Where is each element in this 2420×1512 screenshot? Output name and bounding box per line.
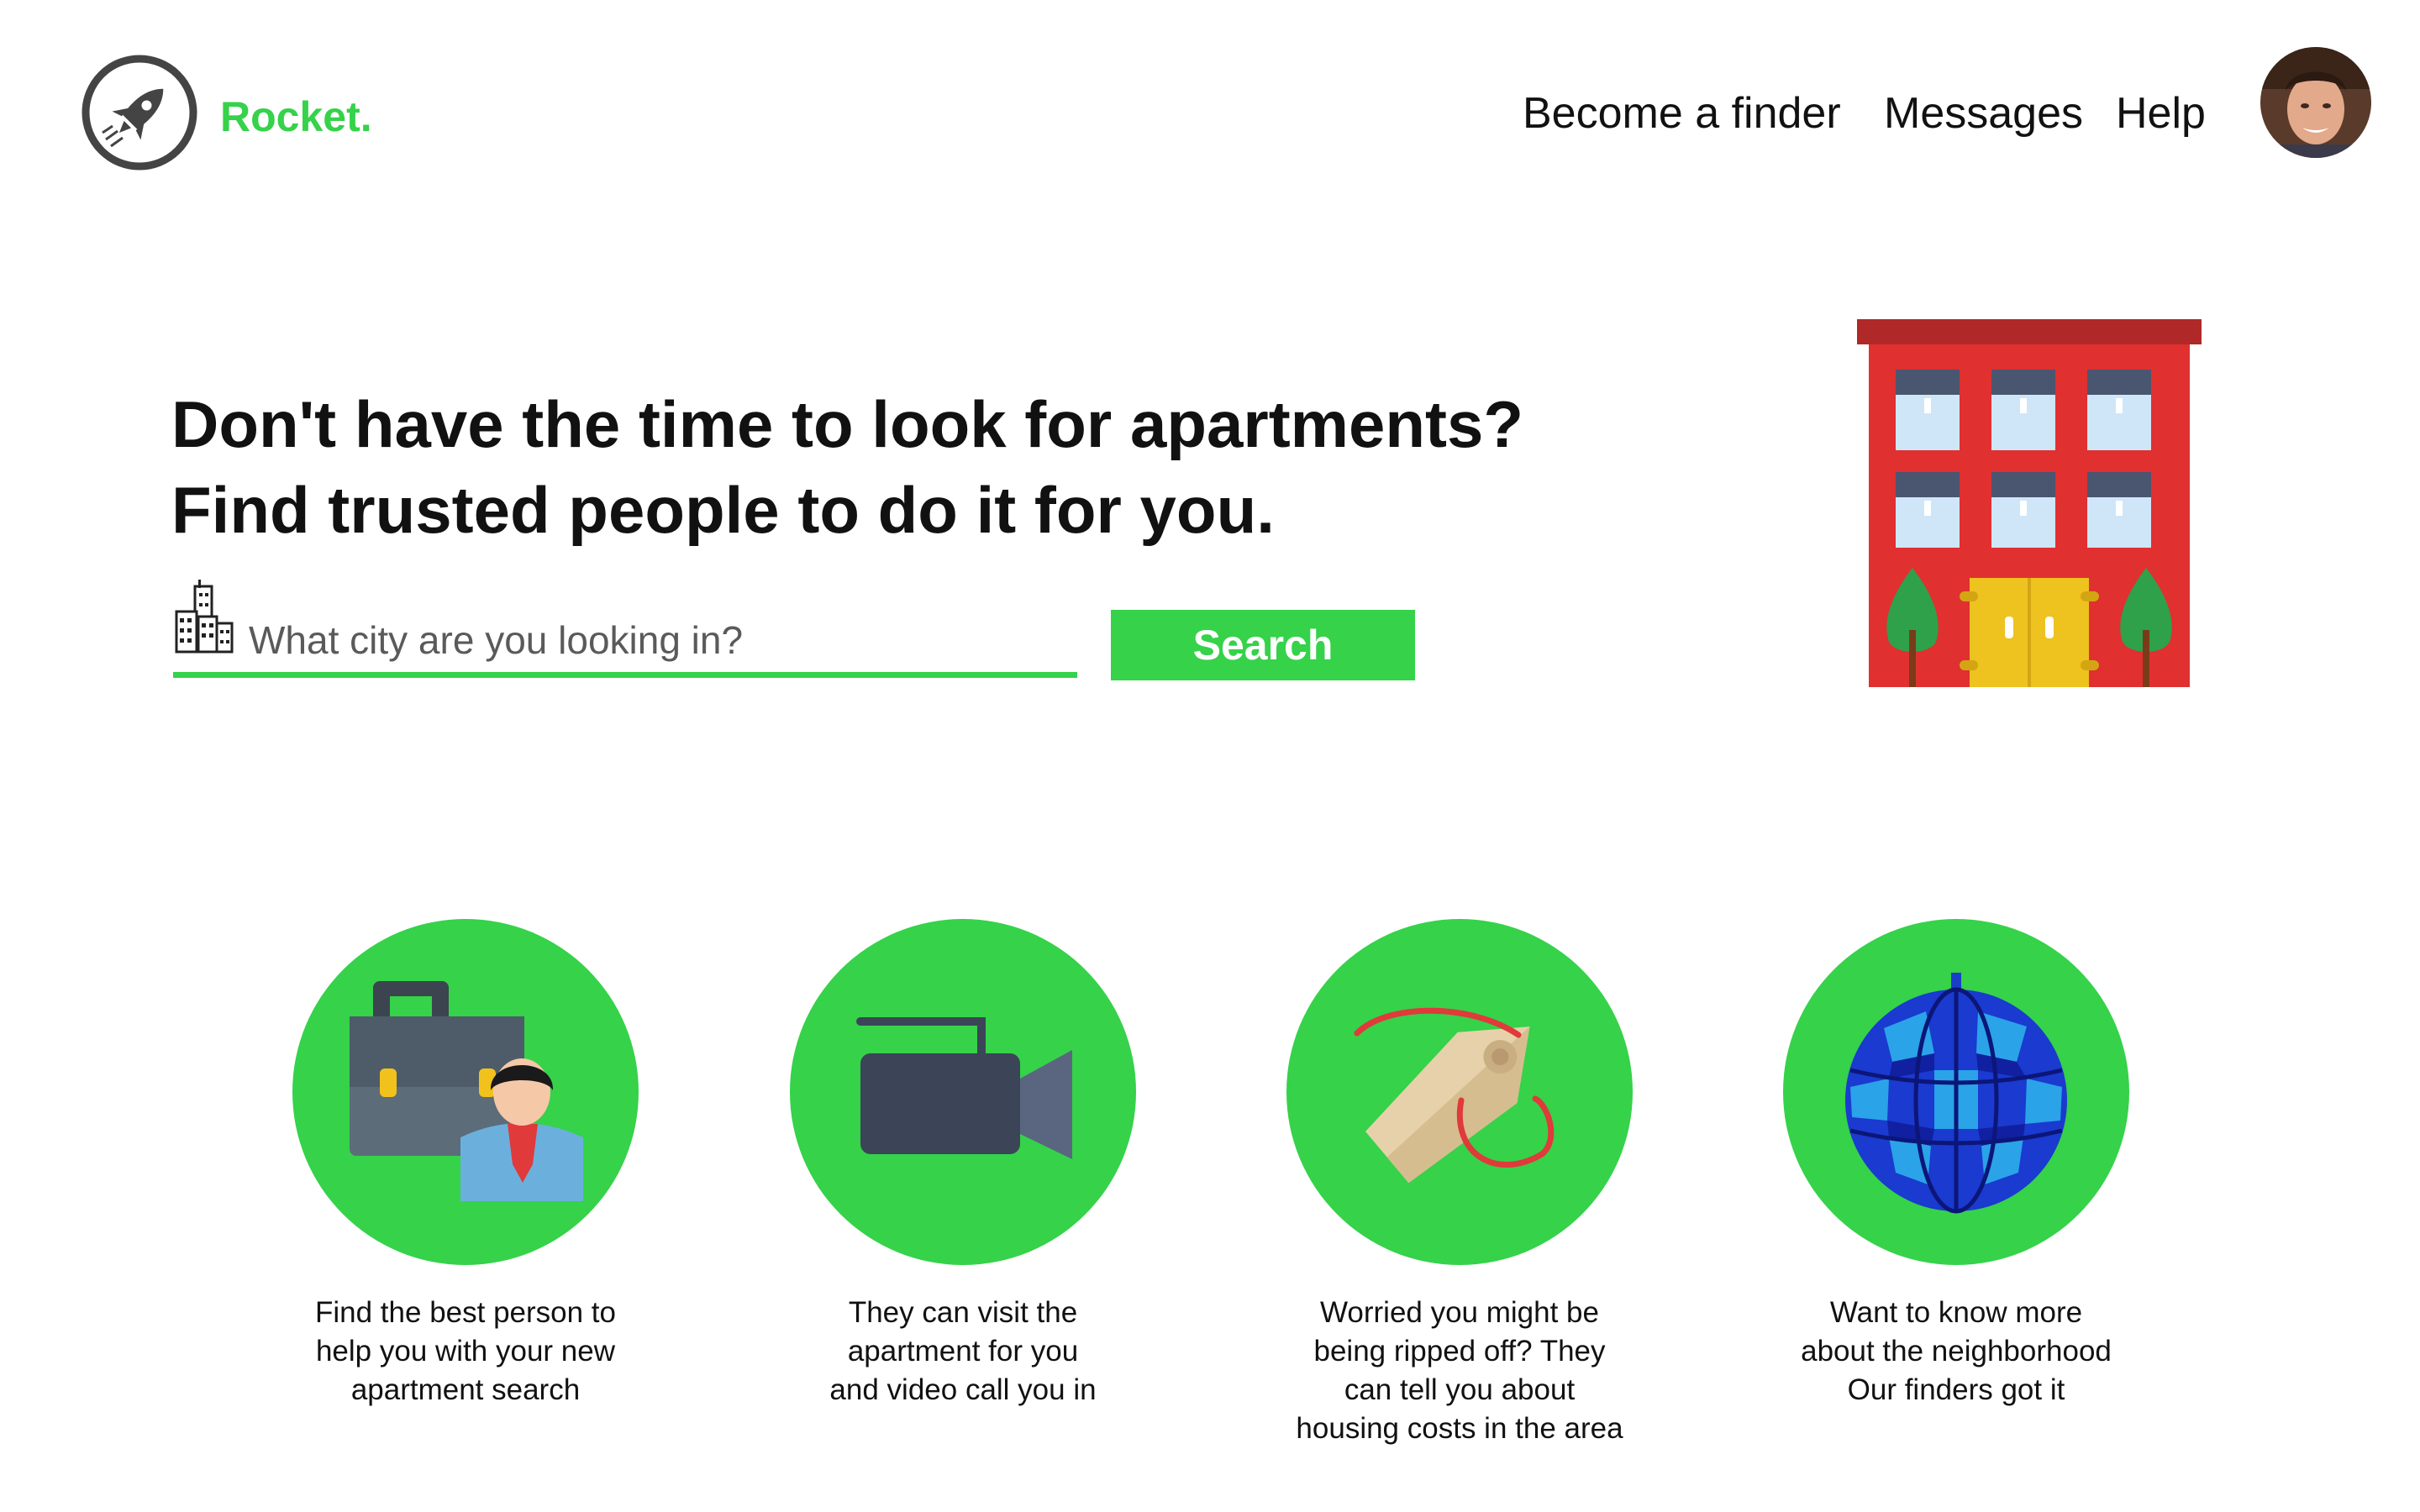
user-avatar[interactable]	[2260, 47, 2371, 158]
nav-become-finder[interactable]: Become a finder	[1523, 84, 1841, 143]
briefcase-person-icon	[292, 919, 639, 1265]
feature-find-person: Find the best person to help you with yo…	[281, 919, 650, 1410]
feature-video-call: They can visit the apartment for you and…	[778, 919, 1148, 1410]
video-camera-icon	[790, 919, 1136, 1265]
feature-text: Find the best person to help you with yo…	[315, 1296, 616, 1406]
city-buildings-icon	[175, 580, 234, 654]
feature-text: They can visit the apartment for you and…	[829, 1296, 1097, 1406]
city-search-input[interactable]	[249, 606, 1072, 674]
hero-headline-line1: Don't have the time to look for apartmen…	[171, 387, 1524, 461]
rocket-icon[interactable]	[81, 54, 198, 171]
brand-name[interactable]: Rocket.	[220, 87, 372, 146]
nav-messages[interactable]: Messages	[1884, 84, 2083, 143]
feature-text: Want to know more about the neighborhood…	[1801, 1296, 2112, 1406]
hero-headline-line2: Find trusted people to do it for you.	[171, 473, 1275, 547]
nav-help[interactable]: Help	[2116, 84, 2206, 143]
apartment-building-illustration	[1857, 319, 2202, 687]
search-button[interactable]: Search	[1111, 610, 1415, 680]
search-input-underline	[173, 672, 1077, 678]
price-tag-icon	[1286, 919, 1633, 1265]
globe-icon	[1783, 919, 2129, 1265]
landing-page: Rocket. Become a finder Messages Help Do…	[0, 0, 2420, 1512]
feature-neighborhood: Want to know more about the neighborhood…	[1771, 919, 2141, 1410]
hero-headline: Don't have the time to look for apartmen…	[171, 381, 1600, 553]
feature-housing-costs: Worried you might be being ripped off? T…	[1275, 919, 1644, 1448]
feature-text: Worried you might be being ripped off? T…	[1296, 1296, 1623, 1445]
